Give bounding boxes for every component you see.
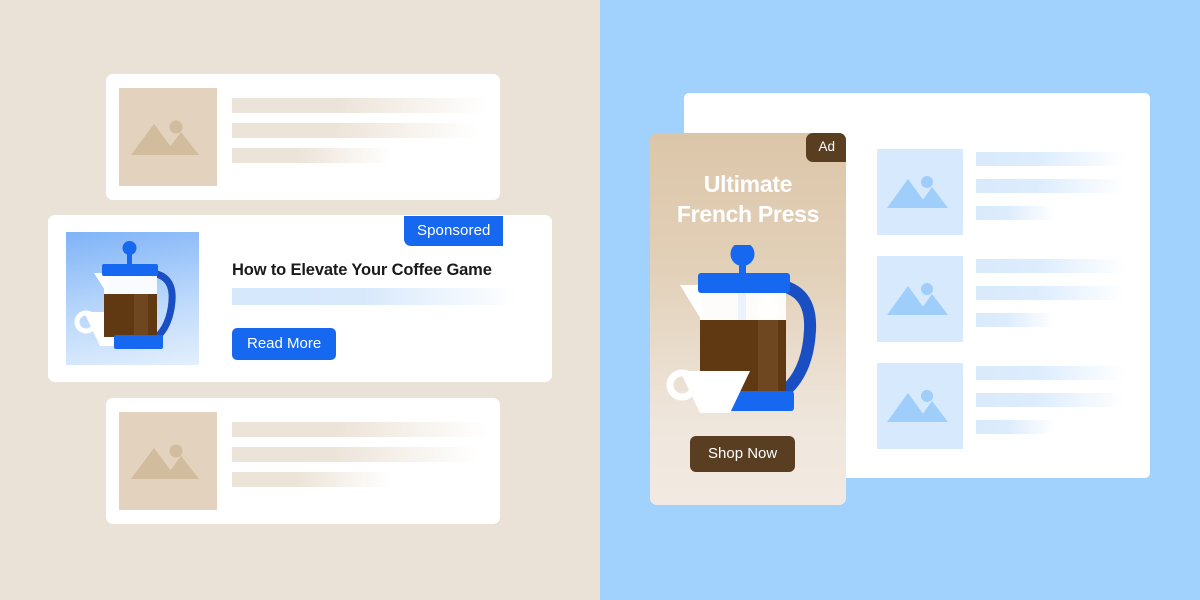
feed-item-text-lines [976,152,1126,233]
text-line [232,472,391,487]
text-line [232,148,391,163]
screenshot-canvas: Sponsored How to Elevate Your Coffee Gam… [0,0,1200,600]
image-placeholder-icon [131,444,199,479]
image-placeholder-icon [887,390,948,422]
french-press-icon [666,245,817,413]
shop-now-button[interactable]: Shop Now [690,436,796,472]
text-line [976,420,1054,434]
text-line [976,313,1054,327]
text-line [976,366,1126,380]
feed-item-thumbnail [877,363,963,449]
read-more-button[interactable]: Read More [232,328,337,360]
text-line [976,259,1126,273]
ad-badge: Ad [806,133,846,162]
feed-item-text-lines [976,259,1126,340]
ad-headline-line-1: Ultimate [703,171,793,197]
french-press-icon [74,241,176,349]
sponsored-title[interactable]: How to Elevate Your Coffee Game [232,261,492,280]
text-line [232,123,478,138]
text-line [232,447,478,462]
text-line [232,422,488,437]
feed-item-thumbnail [877,149,963,235]
image-placeholder-icon [887,283,948,315]
feed-item-text-lines [976,366,1126,447]
feed-item-thumbnail [877,256,963,342]
article-card[interactable] [106,74,500,200]
article-thumbnail [119,412,217,510]
sponsored-thumbnail [66,232,199,365]
article-text-lines [232,422,488,497]
text-line [976,179,1125,193]
text-line [976,393,1125,407]
image-placeholder-icon [131,120,199,155]
text-line [976,152,1126,166]
article-card[interactable] [106,398,500,524]
text-line [232,98,488,113]
sponsored-snippet-placeholder [232,288,518,305]
text-line [976,206,1054,220]
sponsored-badge: Sponsored [404,216,504,246]
display-ad-card[interactable]: Ad Ultimate French Press Shop Now [650,133,846,505]
article-text-lines [232,98,488,173]
ad-headline: Ultimate French Press [650,169,846,230]
text-line [976,286,1125,300]
image-placeholder-icon [887,176,948,208]
article-thumbnail [119,88,217,186]
ad-headline-line-2: French Press [676,201,820,228]
